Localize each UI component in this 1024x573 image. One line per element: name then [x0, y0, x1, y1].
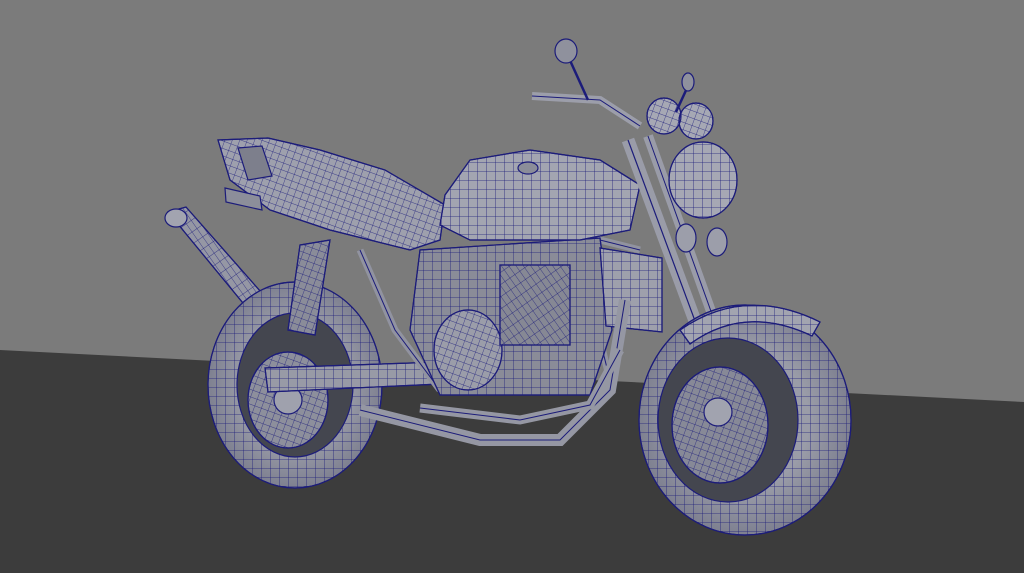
radiator[interactable] — [599, 247, 663, 333]
3d-viewport[interactable] — [0, 0, 1024, 573]
engine-block[interactable] — [409, 237, 613, 396]
front-wheel[interactable] — [638, 304, 852, 536]
viewport-canvas[interactable] — [0, 0, 1024, 573]
headlight[interactable] — [668, 141, 738, 219]
